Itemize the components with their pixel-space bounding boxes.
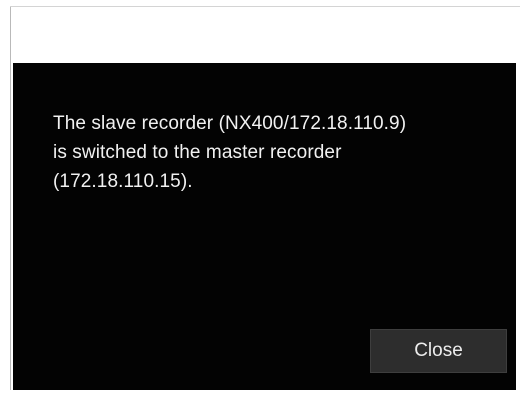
dialog-message-line: (172.18.110.15). bbox=[53, 171, 193, 192]
window-frame-top-edge bbox=[10, 6, 520, 7]
window-frame-left-edge bbox=[10, 6, 11, 390]
close-button[interactable]: Close bbox=[370, 329, 507, 373]
dialog-message-line: The slave recorder (NX400/172.18.110.9) bbox=[53, 113, 407, 134]
dialog-message-line: is switched to the master recorder bbox=[53, 142, 342, 163]
switchover-notification-dialog: The slave recorder (NX400/172.18.110.9) … bbox=[13, 63, 516, 390]
dialog-message: The slave recorder (NX400/172.18.110.9) … bbox=[53, 109, 493, 196]
